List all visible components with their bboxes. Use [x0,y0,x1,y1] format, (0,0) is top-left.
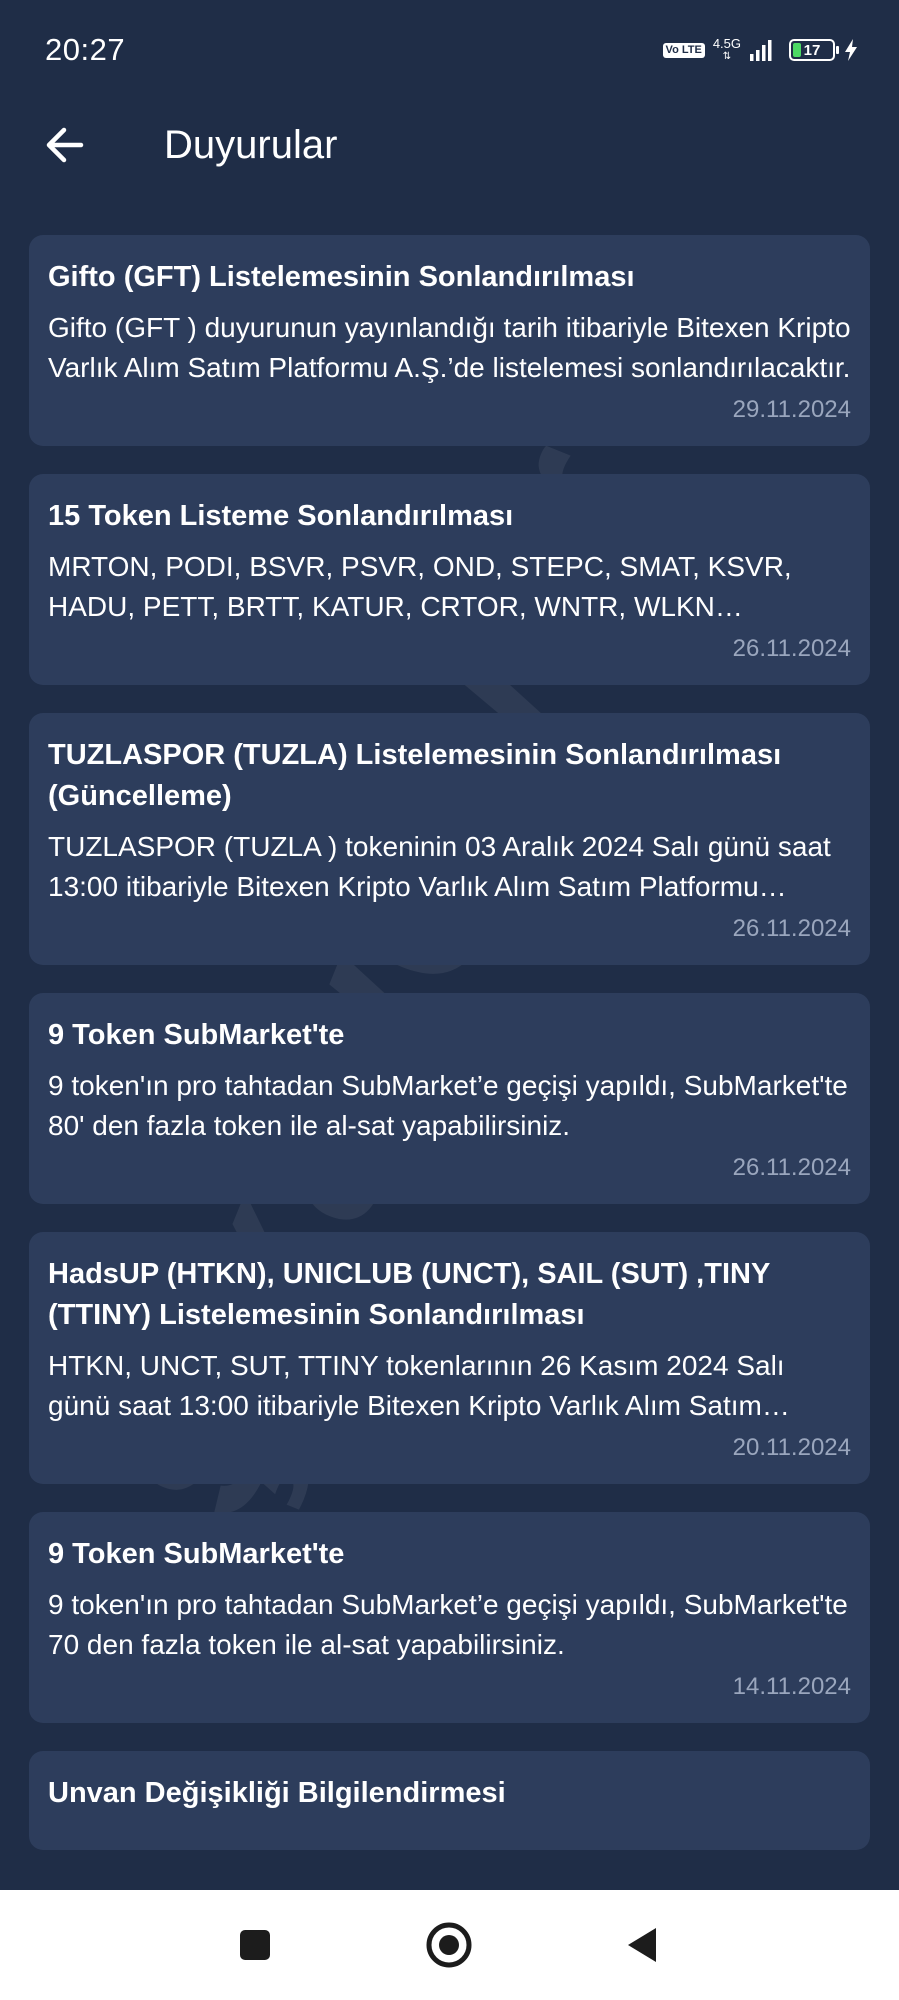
data-arrows-icon: ⇅ [722,51,732,62]
announcement-title: 9 Token SubMarket'te [48,1019,345,1051]
status-time: 20:27 [45,32,126,67]
page-title: Duyurular [164,122,338,167]
announcement-summary: Gifto (GFT ) duyurunun yayınlandığı tari… [48,312,851,383]
announcement-card[interactable]: 9 Token SubMarket'te 9 token'ın pro taht… [29,993,870,1204]
circle-icon [426,1922,472,1968]
recents-button[interactable] [227,1917,283,1973]
announcement-date: 14.11.2024 [732,1673,851,1700]
triangle-back-icon [628,1928,656,1962]
battery-level: 17 [803,41,821,59]
announcement-card[interactable]: Unvan Değişikliği Bilgilendirmesi [29,1751,870,1850]
announcement-date: 26.11.2024 [732,1154,851,1181]
battery-icon: 17 [789,39,839,61]
announcement-title: Gifto (GFT) Listelemesinin Sonlandırılma… [48,261,635,293]
announcement-summary: 9 token'ın pro tahtadan SubMarket’e geçi… [48,1070,848,1141]
volte-icon: Vo LTE [662,42,705,58]
announcement-title: 15 Token Listeme Sonlandırılması [48,500,514,532]
announcement-title: HadsUP (HTKN), UNICLUB (UNCT), SAIL (SUT… [48,1258,770,1331]
announcement-card[interactable]: 9 Token SubMarket'te 9 token'ın pro taht… [29,1512,870,1723]
network-type-label: 4.5G [712,36,741,51]
announcement-title: Unvan Değişikliği Bilgilendirmesi [48,1777,506,1809]
back-button[interactable] [34,115,94,175]
app-bar: Duyurular [0,100,899,190]
signal-strength-icon [750,40,772,61]
announcement-title: 9 Token SubMarket'te [48,1538,345,1570]
system-nav-bar [0,1890,899,2000]
announcement-card[interactable]: 15 Token Listeme Sonlandırılması MRTON, … [29,474,870,685]
announcement-summary: MRTON, PODI, BSVR, PSVR, OND, STEPC, SMA… [48,551,792,622]
announcement-date: 29.11.2024 [732,396,851,423]
square-icon [240,1930,270,1960]
announcement-date: 26.11.2024 [732,915,851,942]
network-type-icon: 4.5G ⇅ [713,37,741,63]
battery-fill [793,43,801,57]
status-bar: 20:27 Vo LTE 4.5G ⇅ 17 [0,0,899,100]
home-button[interactable] [421,1917,477,1973]
announcement-date: 20.11.2024 [732,1434,851,1461]
announcement-summary: HTKN, UNCT, SUT, TTINY tokenlarının 26 K… [48,1350,785,1421]
announcement-summary: 9 token'ın pro tahtadan SubMarket’e geçi… [48,1589,848,1660]
announcement-card[interactable]: HadsUP (HTKN), UNICLUB (UNCT), SAIL (SUT… [29,1232,870,1484]
status-icons: Vo LTE 4.5G ⇅ 17 [662,37,859,63]
announcement-summary: TUZLASPOR (TUZLA ) tokeninin 03 Aralık 2… [48,831,831,902]
charging-bolt-icon [845,39,857,61]
system-back-button[interactable] [614,1917,670,1973]
announcement-list: Gifto (GFT) Listelemesinin Sonlandırılma… [29,235,870,1878]
announcement-date: 26.11.2024 [732,635,851,662]
arrow-left-icon [46,127,84,163]
announcement-card[interactable]: Gifto (GFT) Listelemesinin Sonlandırılma… [29,235,870,446]
announcement-card[interactable]: TUZLASPOR (TUZLA) Listelemesinin Sonland… [29,713,870,965]
announcement-title: TUZLASPOR (TUZLA) Listelemesinin Sonland… [48,739,782,812]
